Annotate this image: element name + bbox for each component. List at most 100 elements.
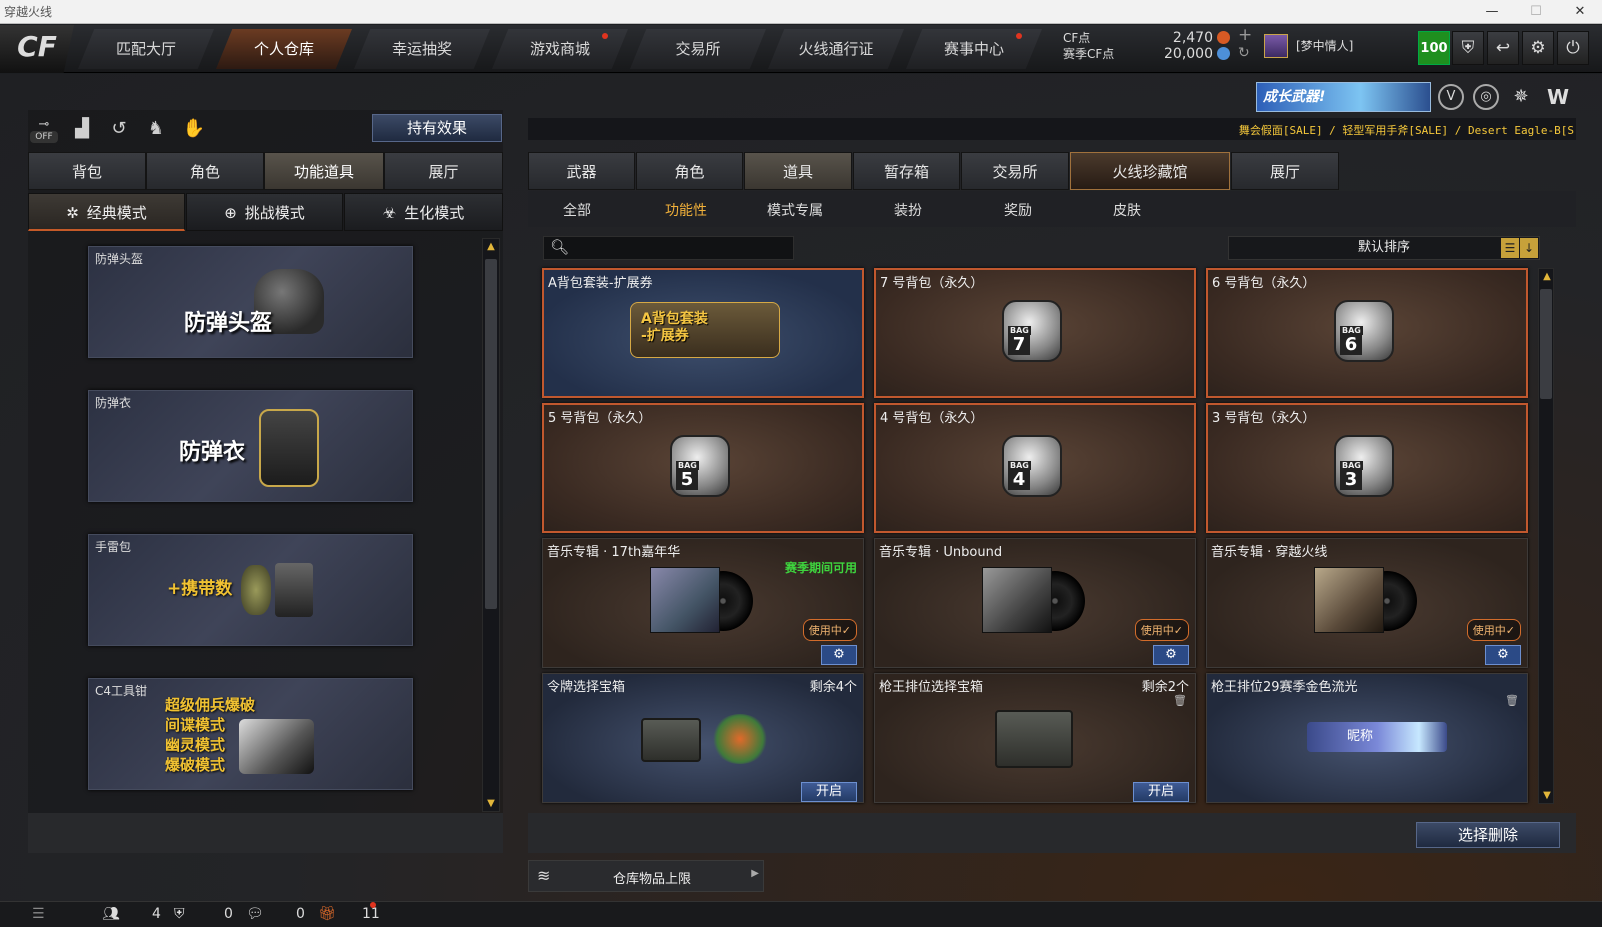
in-use-badge[interactable]: 使用中✓ bbox=[1466, 619, 1521, 641]
open-chest-button[interactable]: 开启 bbox=[801, 782, 857, 802]
item-card[interactable]: 7 号背包（永久） BAG 7 bbox=[874, 268, 1196, 398]
tab-exchange[interactable]: 交易所 bbox=[961, 152, 1069, 190]
refresh-icon[interactable]: ↻ bbox=[1238, 46, 1250, 61]
in-use-badge[interactable]: 使用中✓ bbox=[802, 619, 857, 641]
list-item-armor[interactable]: 防弹衣 防弹衣 bbox=[88, 390, 413, 502]
item-card[interactable]: 音乐专辑 · 17th嘉年华 赛季期间可用 使用中✓ ⚙ bbox=[542, 538, 864, 668]
item-card[interactable]: 5 号背包（永久） BAG 5 bbox=[542, 403, 864, 533]
maximize-button[interactable]: ☐ bbox=[1514, 0, 1558, 24]
subtab-skins[interactable]: 皮肤 bbox=[1113, 200, 1141, 220]
sort-desc-icon[interactable]: ↓ bbox=[1520, 238, 1538, 258]
compass-icon[interactable]: ✵ bbox=[1508, 84, 1534, 110]
sale-ticker[interactable]: 舞会假面[SALE] / 轻型军用手斧[SALE] / Desert Eagle… bbox=[1100, 122, 1574, 138]
tab-collection-museum[interactable]: 火线珍藏馆 bbox=[1070, 152, 1230, 190]
item-card[interactable]: 枪王排位选择宝箱 剩余2个 🗑︎ 开启 bbox=[874, 673, 1196, 803]
scroll-up-arrow[interactable]: ▲ bbox=[483, 241, 499, 252]
gift-icon[interactable]: 🎁︎ bbox=[318, 906, 336, 922]
select-delete-button[interactable]: 选择删除 bbox=[1416, 822, 1560, 848]
search-box[interactable]: 🔍︎ bbox=[543, 236, 794, 260]
list-view-icon[interactable]: ☰ bbox=[1501, 238, 1519, 258]
add-points-button[interactable]: + bbox=[1238, 27, 1252, 44]
cf-logo[interactable]: CF bbox=[0, 25, 74, 73]
mode-list-line: 爆破模式 bbox=[165, 756, 226, 774]
item-card[interactable]: 枪王排位29赛季金色流光 🗑︎ 昵称 bbox=[1206, 673, 1528, 803]
tab-storage-box[interactable]: 暂存箱 bbox=[853, 152, 960, 190]
tab-backpack[interactable]: 背包 bbox=[28, 152, 146, 190]
glove-icon[interactable]: ✋ bbox=[180, 115, 208, 143]
history-icon[interactable]: ↺ bbox=[105, 115, 133, 143]
scroll-up-arrow[interactable]: ▲ bbox=[1539, 271, 1555, 282]
close-button[interactable]: ✕ bbox=[1558, 0, 1602, 24]
player-name[interactable]: [梦中情人] bbox=[1296, 39, 1353, 54]
gear-icon[interactable]: ⚙ bbox=[1522, 31, 1554, 65]
gear-icon[interactable]: ⚙ bbox=[1485, 645, 1521, 665]
trash-icon[interactable]: 🗑︎ bbox=[1173, 694, 1187, 708]
subtab-all[interactable]: 全部 bbox=[563, 200, 591, 220]
right-scrollbar[interactable]: ▲ ▼ bbox=[1538, 268, 1554, 804]
nav-lucky-draw[interactable]: 幸运抽奖 bbox=[354, 29, 490, 69]
tab-weapons[interactable]: 武器 bbox=[528, 152, 635, 190]
nav-event-center[interactable]: 赛事中心 bbox=[906, 29, 1042, 69]
tab-roles[interactable]: 角色 bbox=[636, 152, 743, 190]
owned-effects-button[interactable]: 持有效果 bbox=[372, 114, 502, 142]
gear-icon[interactable]: ⚙ bbox=[1153, 645, 1189, 665]
list-item-c4-pliers[interactable]: C4工具钳 超级佣兵爆破 间谍模式 幽灵模式 爆破模式 bbox=[88, 678, 413, 790]
mode-zombie[interactable]: ☣ 生化模式 bbox=[344, 193, 503, 231]
item-card[interactable]: 令牌选择宝箱 剩余4个 开启 bbox=[542, 673, 864, 803]
tab-props[interactable]: 道具 bbox=[744, 152, 852, 190]
subtab-rewards[interactable]: 奖励 bbox=[1004, 200, 1032, 220]
nav-battle-pass[interactable]: 火线通行证 bbox=[768, 29, 904, 69]
nav-game-store[interactable]: 游戏商城 bbox=[492, 29, 628, 69]
tab-showroom[interactable]: 展厅 bbox=[384, 152, 503, 190]
in-use-badge[interactable]: 使用中✓ bbox=[1134, 619, 1189, 641]
list-item-helmet[interactable]: 防弹头盔 防弹头盔 bbox=[88, 246, 413, 358]
mode-challenge[interactable]: ⊕ 挑战模式 bbox=[186, 193, 343, 231]
w-logo-icon[interactable]: W bbox=[1543, 84, 1573, 110]
scroll-thumb[interactable] bbox=[485, 259, 497, 609]
nav-personal-warehouse[interactable]: 个人仓库 bbox=[216, 29, 352, 69]
v-badge-icon[interactable]: V bbox=[1438, 84, 1464, 110]
chat-bubble-icon[interactable]: 💬︎ bbox=[246, 906, 264, 922]
scroll-thumb[interactable] bbox=[1540, 289, 1552, 399]
list-item-grenade-pack[interactable]: 手雷包 +携带数 bbox=[88, 534, 413, 646]
nav-match-lobby[interactable]: 匹配大厅 bbox=[78, 29, 214, 69]
podium-icon[interactable]: ▟ bbox=[68, 115, 96, 143]
return-icon[interactable]: ↩ bbox=[1487, 31, 1519, 65]
menu-list-icon[interactable]: ☰ bbox=[32, 906, 45, 922]
item-card[interactable]: 6 号背包（永久） BAG 6 bbox=[1206, 268, 1528, 398]
warehouse-capacity-bar[interactable]: ≋ 仓库物品上限 ▶ bbox=[528, 860, 764, 892]
subtab-functional[interactable]: 功能性 bbox=[665, 200, 707, 220]
mode-classic[interactable]: ✲ 经典模式 bbox=[28, 193, 185, 231]
tab-functional-items[interactable]: 功能道具 bbox=[264, 152, 384, 190]
card-title: 音乐专辑 · Unbound bbox=[879, 545, 1003, 560]
subtab-mode-exclusive[interactable]: 模式专属 bbox=[767, 200, 823, 220]
item-card[interactable]: 4 号背包（永久） BAG 4 bbox=[874, 403, 1196, 533]
tab-right-showroom[interactable]: 展厅 bbox=[1231, 152, 1339, 190]
item-card[interactable]: 3 号背包（永久） BAG 3 bbox=[1206, 403, 1528, 533]
power-icon[interactable]: ⏻ bbox=[1557, 31, 1589, 65]
sort-dropdown[interactable]: 默认排序 ☰ ↓ bbox=[1228, 236, 1540, 260]
character-icon[interactable]: ♞ bbox=[142, 115, 170, 143]
left-scrollbar[interactable]: ▲ ▼ bbox=[482, 238, 500, 812]
item-card[interactable]: 音乐专辑 · Unbound 使用中✓ ⚙ bbox=[874, 538, 1196, 668]
shield-icon[interactable]: ⛨ bbox=[1452, 31, 1484, 65]
globe-icon[interactable]: ◎ bbox=[1473, 84, 1499, 110]
tab-character[interactable]: 角色 bbox=[146, 152, 264, 190]
shield-status-icon[interactable]: ⛨ bbox=[174, 906, 185, 922]
minimize-button[interactable]: — bbox=[1470, 0, 1514, 24]
window-title: 穿越火线 bbox=[4, 5, 53, 19]
item-card[interactable]: A背包套装-扩展券 A背包套装 -扩展券 bbox=[542, 268, 864, 398]
growth-weapon-banner[interactable]: 成长武器! bbox=[1256, 82, 1431, 112]
scroll-down-arrow[interactable]: ▼ bbox=[1539, 790, 1555, 801]
remaining-count: 剩余2个 bbox=[1141, 680, 1189, 695]
gear-icon[interactable]: ⚙ bbox=[821, 645, 857, 665]
nav-exchange[interactable]: 交易所 bbox=[630, 29, 766, 69]
item-card[interactable]: 音乐专辑 · 穿越火线 使用中✓ ⚙ bbox=[1206, 538, 1528, 668]
open-chest-button[interactable]: 开启 bbox=[1133, 782, 1189, 802]
search-input[interactable] bbox=[570, 239, 790, 257]
trash-icon[interactable]: 🗑︎ bbox=[1505, 694, 1519, 708]
toggle-off-icon[interactable]: ⊸ OFF bbox=[30, 115, 58, 143]
friends-icon[interactable]: 👥︎ bbox=[102, 906, 120, 922]
subtab-dress-up[interactable]: 装扮 bbox=[894, 200, 922, 220]
scroll-down-arrow[interactable]: ▼ bbox=[483, 798, 499, 809]
